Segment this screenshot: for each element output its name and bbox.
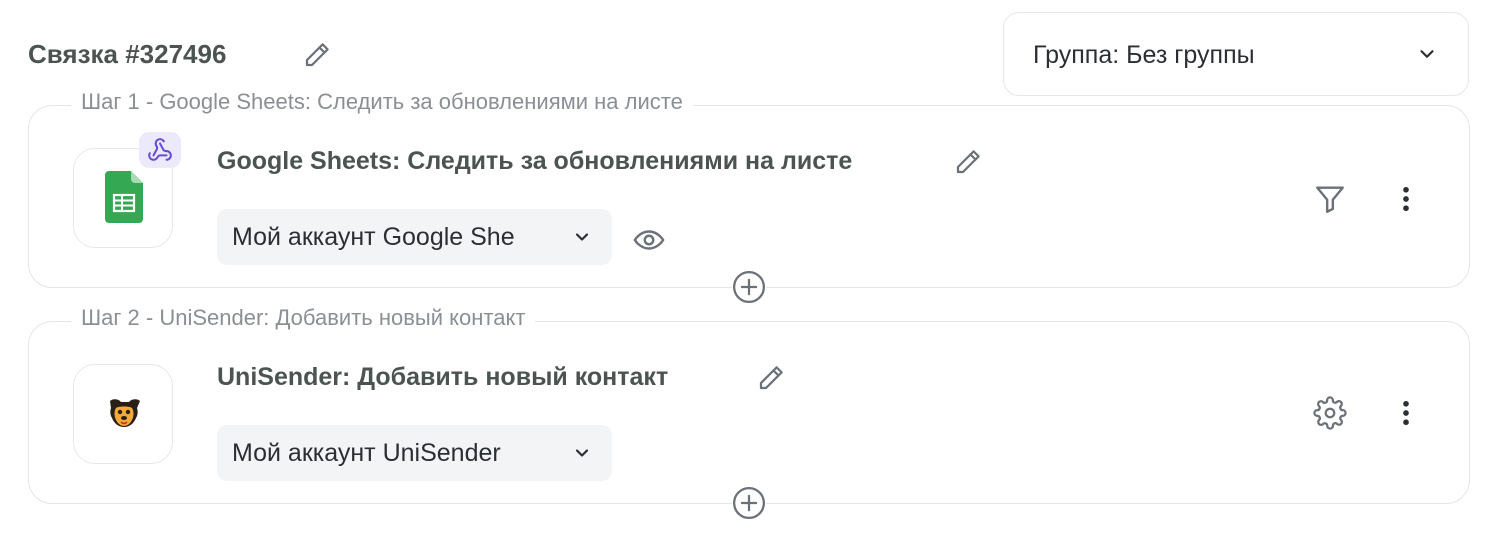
more-vertical-icon[interactable] [1389, 182, 1423, 216]
account-select[interactable]: Мой аккаунт UniSender [217, 425, 612, 481]
step-legend: Шаг 2 - UniSender: Добавить новый контак… [71, 304, 536, 332]
action-title: Google Sheets: Следить за обновлениями н… [217, 147, 853, 175]
add-step-plus-icon[interactable] [732, 486, 766, 520]
group-select-label: Группа: Без группы [1033, 41, 1255, 69]
edit-action-pencil-icon[interactable] [953, 147, 983, 177]
account-select[interactable]: Мой аккаунт Google She [217, 209, 612, 265]
chevron-down-icon [572, 227, 592, 247]
bundle-editor: Связка #327496 Группа: Без группы Шаг 1 … [0, 0, 1494, 544]
step-card-1: Шаг 1 - Google Sheets: Следить за обновл… [28, 88, 1470, 288]
app-icon-box [73, 364, 173, 464]
bundle-title: Связка #327496 [28, 39, 227, 69]
filter-icon[interactable] [1313, 182, 1347, 216]
edit-title-pencil-icon[interactable] [302, 40, 332, 70]
more-vertical-icon[interactable] [1389, 396, 1423, 430]
group-select[interactable]: Группа: Без группы [1003, 12, 1469, 96]
account-select-value: Мой аккаунт UniSender [232, 439, 501, 467]
chevron-down-icon [1416, 43, 1438, 65]
webhook-icon [147, 137, 173, 163]
step-legend: Шаг 1 - Google Sheets: Следить за обновл… [71, 88, 693, 116]
chevron-down-icon [572, 443, 592, 463]
action-title: UniSender: Добавить новый контакт [217, 363, 669, 391]
account-select-value: Мой аккаунт Google She [232, 223, 515, 251]
unisender-icon [106, 397, 142, 431]
google-sheets-icon [105, 171, 143, 223]
eye-icon[interactable] [632, 223, 666, 257]
add-step-plus-icon[interactable] [732, 270, 766, 304]
edit-action-pencil-icon[interactable] [756, 363, 786, 393]
gear-icon[interactable] [1313, 396, 1347, 430]
step-card-2: Шаг 2 - UniSender: Добавить новый контак… [28, 304, 1470, 504]
webhook-badge [139, 132, 181, 168]
